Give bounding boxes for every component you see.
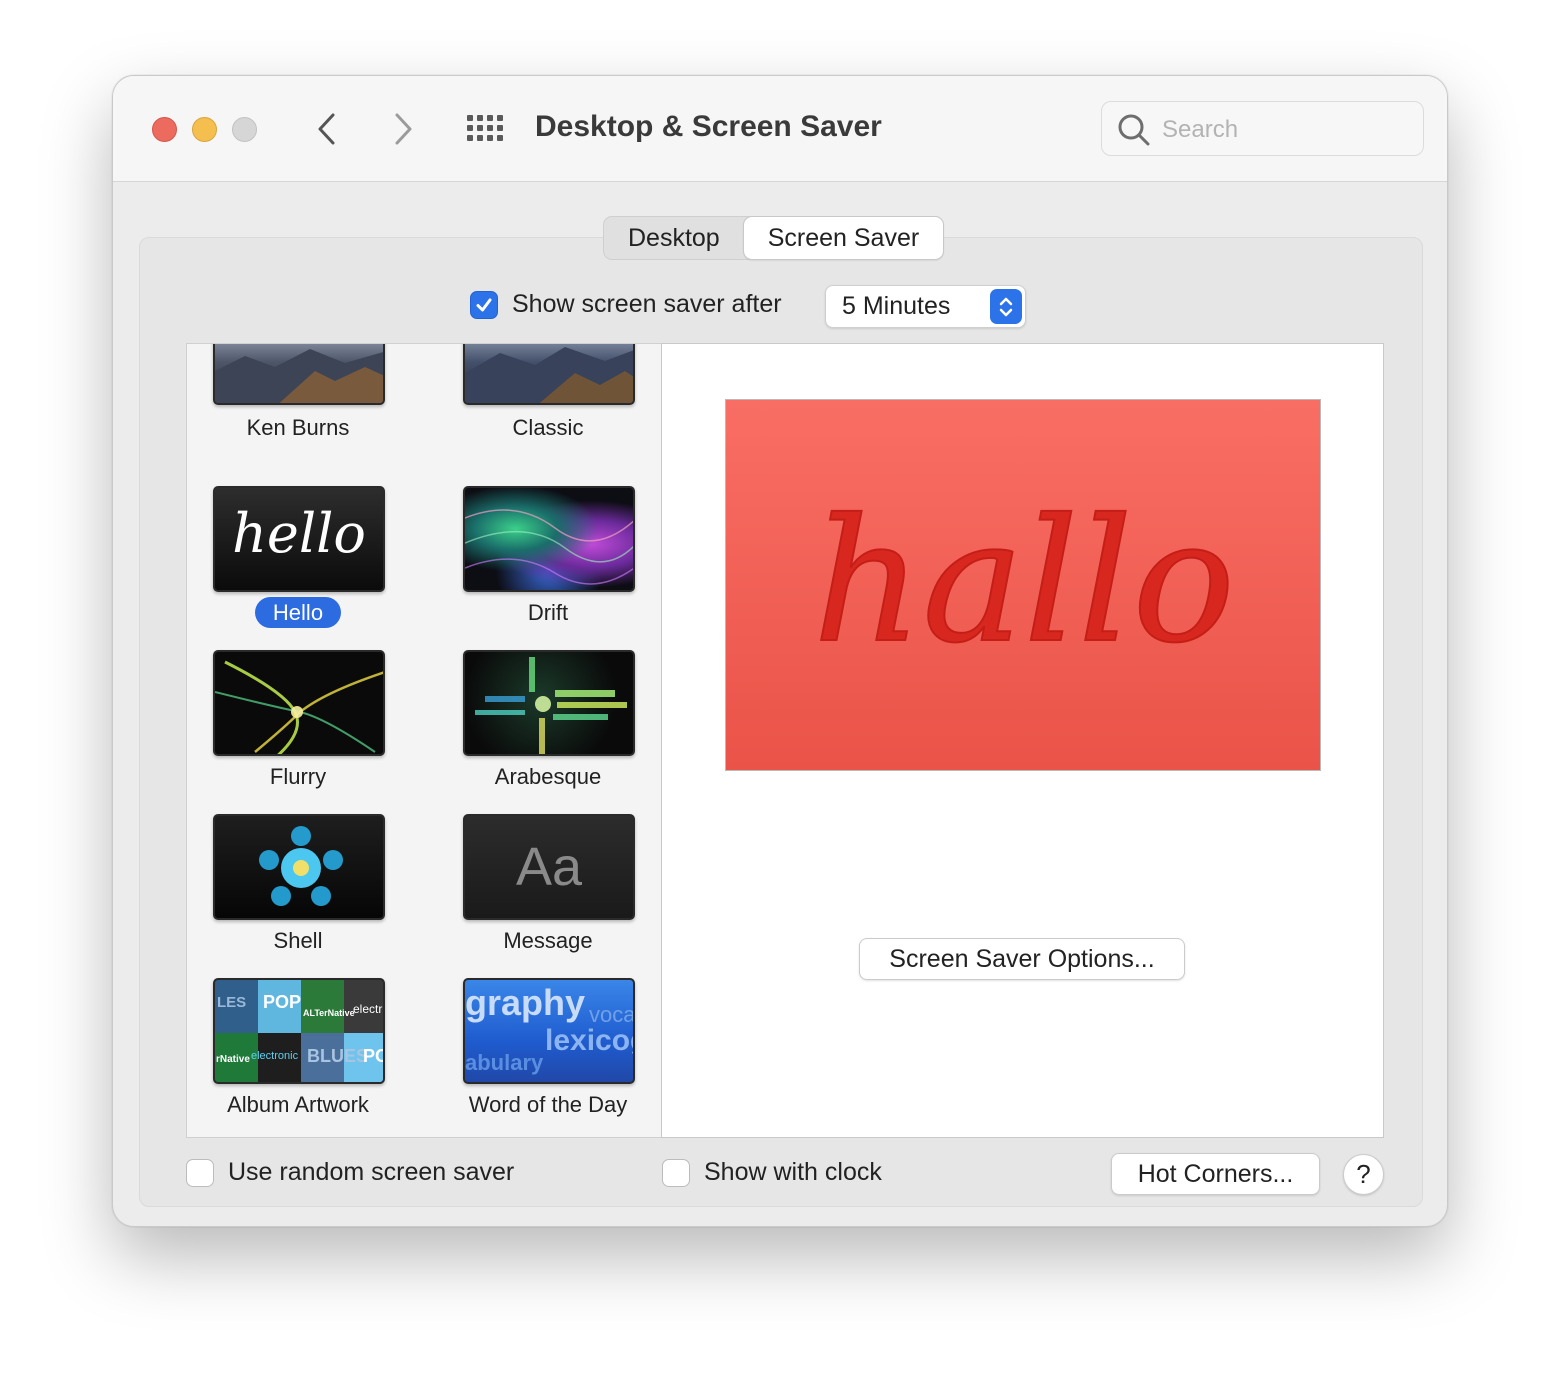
show-all-grid-icon[interactable] xyxy=(465,112,505,146)
classic-thumbnail xyxy=(463,344,635,405)
show-clock-label: Show with clock xyxy=(704,1158,882,1186)
hot-corners-button[interactable]: Hot Corners... xyxy=(1111,1153,1320,1195)
saver-label: Ken Burns xyxy=(246,415,350,440)
screen-saver-preview[interactable]: hallo xyxy=(725,399,1321,771)
saver-shell[interactable]: Shell xyxy=(187,814,407,964)
saver-label: Message xyxy=(503,928,593,953)
message-thumbnail: Aa xyxy=(463,814,635,920)
chevron-left-icon xyxy=(318,113,335,145)
search-icon xyxy=(1118,114,1150,146)
search-field[interactable] xyxy=(1101,101,1424,156)
show-clock-row: Show with clock xyxy=(662,1158,882,1187)
album-tile-text: rNative xyxy=(216,1054,250,1065)
close-window-button[interactable] xyxy=(152,117,177,142)
saver-word-of-the-day[interactable]: graphy voca lexicog abulary Word of the … xyxy=(437,978,657,1128)
tab-screen-saver[interactable]: Screen Saver xyxy=(743,217,944,259)
saver-classic[interactable]: Classic xyxy=(437,344,657,440)
show-after-checkbox[interactable] xyxy=(470,290,498,319)
delay-select-value: 5 Minutes xyxy=(842,292,951,320)
forward-button[interactable] xyxy=(383,108,423,150)
saver-label: Album Artwork xyxy=(227,1092,369,1117)
drift-thumbnail xyxy=(463,486,635,592)
saver-hello[interactable]: hello Hello xyxy=(187,486,407,636)
title-bar: Desktop & Screen Saver xyxy=(113,76,1447,182)
screen-saver-list[interactable]: Ken Burns Classic hello Hello Drift Flur… xyxy=(186,343,662,1138)
help-button[interactable]: ? xyxy=(1343,1154,1384,1195)
album-artwork-thumbnail: LES POP ALTerNative electr rNative elect… xyxy=(213,978,385,1084)
ken-burns-thumbnail xyxy=(213,344,385,405)
random-saver-checkbox[interactable] xyxy=(186,1158,214,1187)
saver-message[interactable]: Aa Message xyxy=(437,814,657,964)
zoom-window-button xyxy=(232,117,257,142)
back-button[interactable] xyxy=(307,108,347,150)
album-tile-text: BLUES xyxy=(307,1046,369,1066)
saver-arabesque[interactable]: Arabesque xyxy=(437,650,657,800)
saver-ken-burns[interactable]: Ken Burns xyxy=(187,344,407,440)
saver-label: Classic xyxy=(512,415,584,440)
show-clock-checkbox[interactable] xyxy=(662,1158,690,1187)
album-tile-text: electr xyxy=(353,1002,383,1016)
album-tile-text: PO xyxy=(363,1046,383,1066)
word-thumb-text: graphy xyxy=(465,982,586,1023)
hallo-script-graphic: hallo xyxy=(812,482,1236,682)
album-tile-text: electronic xyxy=(251,1050,299,1062)
checkmark-icon xyxy=(476,298,492,311)
preview-panel: hallo Screen Saver Options... xyxy=(661,343,1384,1138)
saver-album-artwork[interactable]: LES POP ALTerNative electr rNative elect… xyxy=(187,978,407,1128)
tab-bar: Desktop Screen Saver xyxy=(603,216,945,260)
saver-drift[interactable]: Drift xyxy=(437,486,657,636)
saver-flurry[interactable]: Flurry xyxy=(187,650,407,800)
album-tile-text: LES xyxy=(217,994,247,1011)
word-thumb-text: lexicog xyxy=(545,1024,633,1057)
tab-desktop[interactable]: Desktop xyxy=(604,217,744,259)
screen-saver-options-button[interactable]: Screen Saver Options... xyxy=(859,938,1185,980)
delay-select[interactable]: 5 Minutes xyxy=(825,285,1026,328)
window-title: Desktop & Screen Saver xyxy=(535,110,882,143)
saver-label: Word of the Day xyxy=(468,1092,628,1117)
saver-label: Drift xyxy=(527,600,569,625)
album-tile-text: ALTerNative xyxy=(303,1008,355,1018)
saver-label: Flurry xyxy=(269,764,327,789)
random-saver-row: Use random screen saver xyxy=(186,1158,514,1187)
message-thumbnail-text: Aa xyxy=(515,837,583,897)
minimize-window-button[interactable] xyxy=(192,117,217,142)
search-input[interactable] xyxy=(1162,116,1402,144)
saver-label: Shell xyxy=(273,928,323,953)
show-after-row: Show screen saver after xyxy=(470,290,782,319)
saver-label: Arabesque xyxy=(494,764,602,789)
show-after-label: Show screen saver after xyxy=(512,290,782,318)
random-saver-label: Use random screen saver xyxy=(228,1158,515,1186)
arabesque-thumbnail xyxy=(463,650,635,756)
flurry-thumbnail xyxy=(213,650,385,756)
word-of-the-day-thumbnail: graphy voca lexicog abulary xyxy=(463,978,635,1084)
word-thumb-text: abulary xyxy=(465,1050,544,1075)
album-tile-text: POP xyxy=(263,992,302,1012)
up-down-arrows-icon xyxy=(990,289,1022,324)
preview-script-text: hallo xyxy=(813,483,1235,681)
hello-thumbnail-text: hello xyxy=(232,502,366,565)
preferences-window: Desktop & Screen Saver Desktop Screen Sa… xyxy=(112,75,1448,1227)
saver-label-selected: Hello xyxy=(254,597,342,628)
chevron-right-icon xyxy=(395,113,412,145)
hello-thumbnail: hello xyxy=(213,486,385,592)
shell-thumbnail xyxy=(213,814,385,920)
